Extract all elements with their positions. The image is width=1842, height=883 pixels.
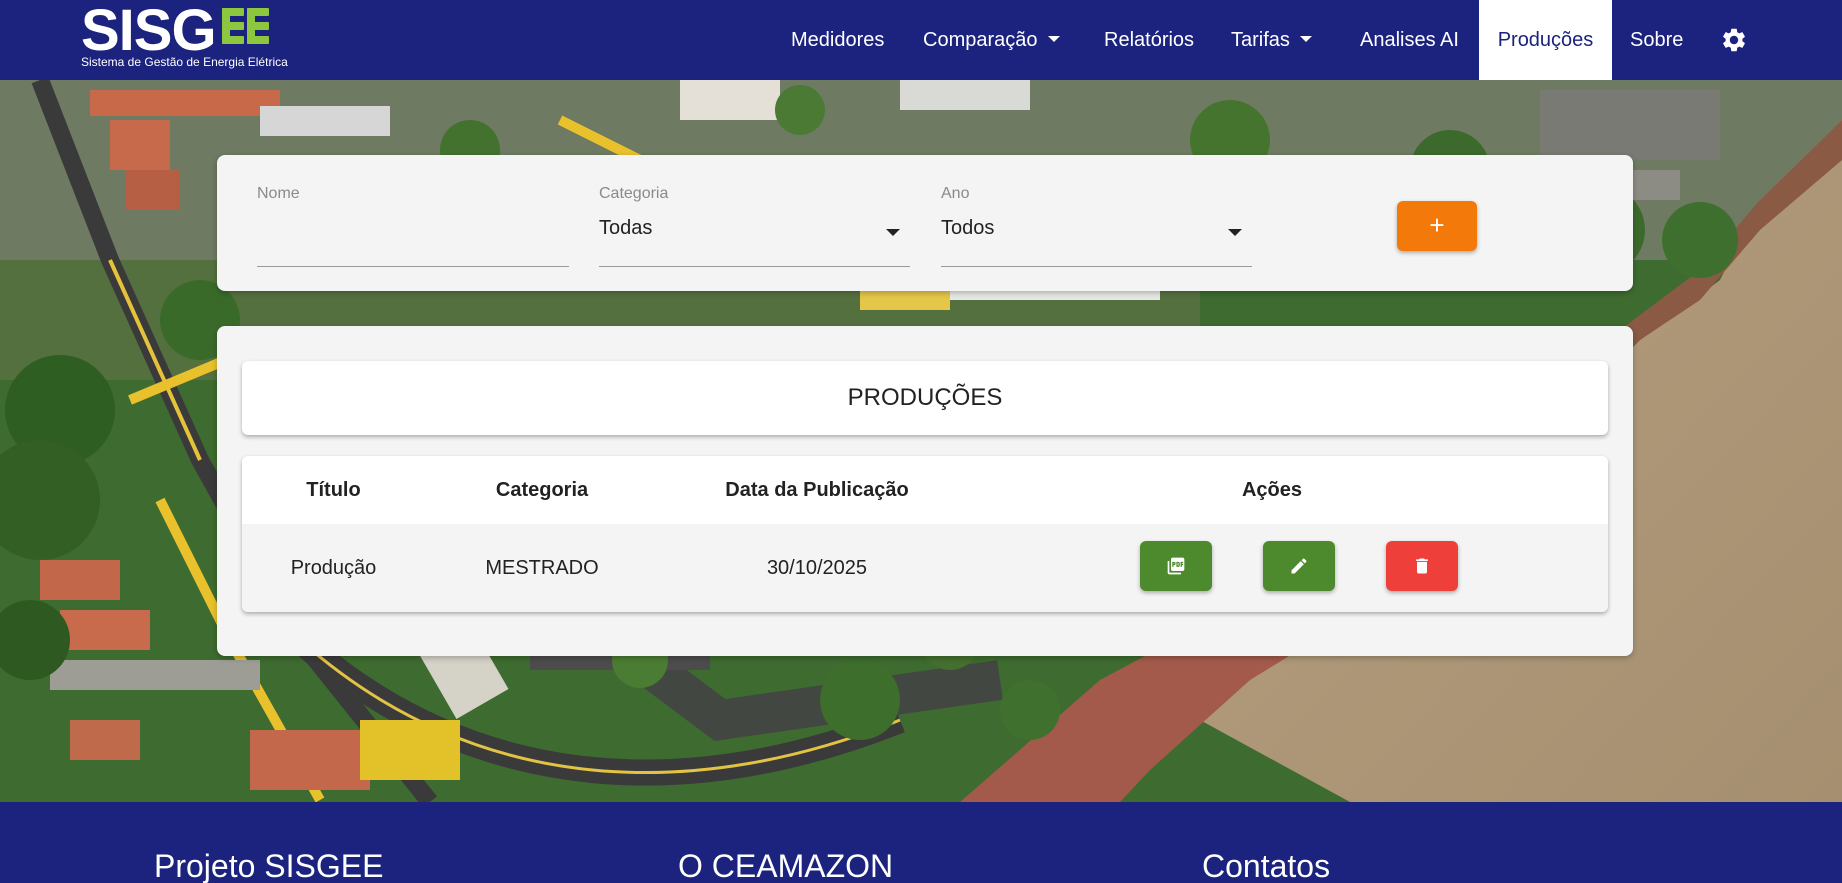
field-underline [599, 266, 910, 267]
footer-heading-projeto: Projeto SISGEE [154, 848, 384, 883]
year-select[interactable]: Ano Todos [941, 185, 1252, 267]
nav-label: Medidores [791, 29, 885, 51]
nav-item-medidores[interactable]: Medidores [791, 0, 884, 80]
nav-item-tarifas[interactable]: Tarifas [1231, 0, 1312, 80]
nav-item-producoes[interactable]: Produções [1479, 0, 1612, 80]
name-field-label: Nome [257, 185, 300, 202]
delete-button[interactable] [1386, 541, 1458, 591]
row-title: Produção [290, 557, 377, 579]
nav-item-sobre[interactable]: Sobre [1630, 0, 1683, 80]
caret-down-icon [1299, 35, 1312, 42]
nav-menu: Medidores Comparação Relatórios Tarifas … [0, 0, 1842, 80]
gear-icon[interactable] [1720, 26, 1748, 54]
pdf-icon [1167, 557, 1185, 575]
footer: Projeto SISGEE O CEAMAZON Contatos [0, 802, 1842, 883]
caret-down-icon [1228, 229, 1242, 236]
nav-label: Relatórios [1104, 29, 1195, 51]
year-value: Todos [941, 217, 995, 239]
row-date: 30/10/2025 [766, 557, 868, 579]
nav-label: Sobre [1630, 29, 1684, 51]
category-label: Categoria [599, 185, 669, 202]
pdf-button[interactable] [1140, 541, 1212, 591]
field-underline [257, 266, 569, 267]
table-row: Produção MESTRADO 30/10/2025 [242, 524, 1608, 612]
nav-label: Analises AI [1360, 29, 1459, 51]
navbar: SISG Sistema de Gestão de Energia Elétri… [0, 0, 1842, 80]
page-title: PRODUÇÕES [847, 384, 1003, 411]
productions-card: PRODUÇÕES Título Categoria Data da Publi… [217, 326, 1633, 656]
column-header-actions: Ações [1241, 479, 1303, 501]
caret-down-icon [1047, 35, 1060, 42]
name-field[interactable]: Nome [257, 185, 569, 267]
nav-item-analises-ai[interactable]: Analises AI [1360, 0, 1459, 80]
filter-card: Nome Categoria Todas Ano Todos + [217, 155, 1633, 291]
footer-heading-contatos: Contatos [1202, 848, 1331, 883]
column-header-category: Categoria [495, 479, 589, 501]
row-category: MESTRADO [485, 557, 599, 579]
footer-heading-ceamazon: O CEAMAZON [678, 848, 894, 883]
category-select[interactable]: Categoria Todas [599, 185, 910, 267]
nav-label: Tarifas [1231, 29, 1290, 51]
nav-label: Produções [1497, 29, 1594, 51]
caret-down-icon [886, 229, 900, 236]
productions-title-box: PRODUÇÕES [242, 361, 1608, 435]
trash-icon [1416, 558, 1428, 574]
add-production-button[interactable]: + [1397, 201, 1477, 251]
nav-item-relatorios[interactable]: Relatórios [1104, 0, 1194, 80]
productions-table: Título Categoria Data da Publicação Açõe… [242, 456, 1608, 612]
pencil-icon [1291, 558, 1307, 574]
nav-item-comparacao[interactable]: Comparação [923, 0, 1060, 80]
year-label: Ano [941, 185, 970, 202]
category-value: Todas [599, 217, 653, 239]
edit-button[interactable] [1263, 541, 1335, 591]
column-header-date: Data da Publicação [725, 479, 909, 501]
field-underline [941, 266, 1252, 267]
nav-label: Comparação [923, 29, 1038, 51]
column-header-title: Título [306, 479, 361, 501]
